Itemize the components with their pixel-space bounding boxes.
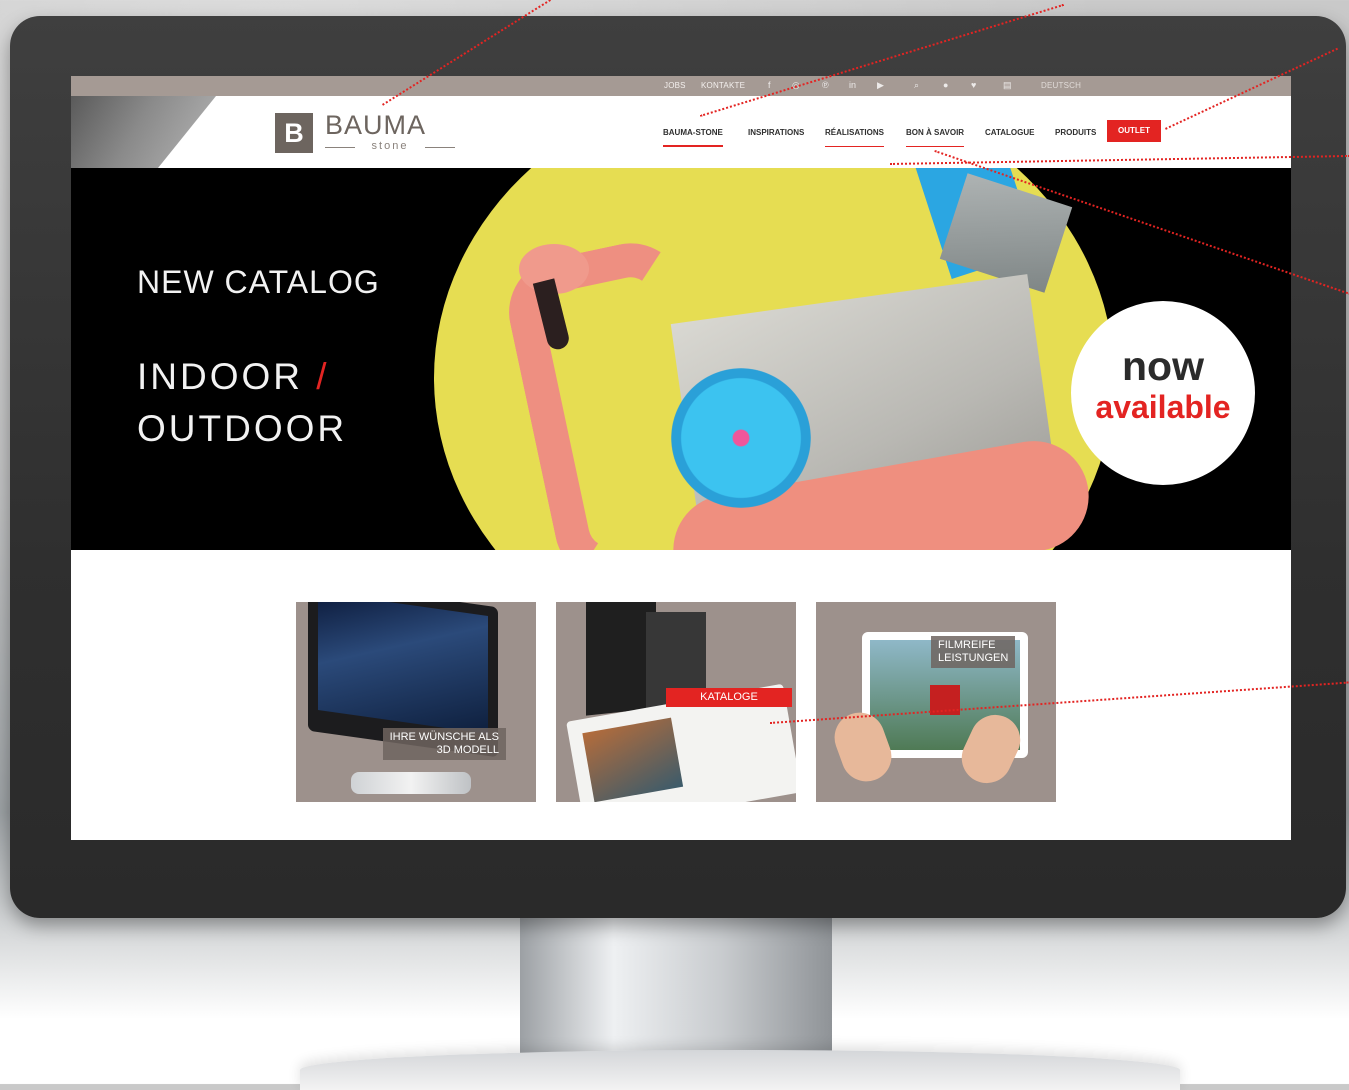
hero-title: NEW CATALOG	[137, 264, 380, 300]
top-bar: JOBS KONTAKTE f ◎ ℗ in ▶ ⌕ ● ♥ ▤ DEUTSCH	[71, 76, 1291, 96]
nav-inspirations[interactable]: INSPIRATIONS	[748, 128, 804, 137]
tile-kataloge[interactable]: KATALOGE	[556, 602, 796, 802]
logo-subtitle: stone	[325, 140, 455, 152]
hero-line-indoor: INDOOR /	[137, 356, 330, 397]
tile-kataloge-label: KATALOGE	[666, 688, 792, 707]
monitor-stand	[520, 915, 832, 1065]
nav-catalogue[interactable]: CATALOGUE	[985, 128, 1034, 137]
pinterest-icon[interactable]: ℗	[822, 80, 829, 90]
now-available-badge: now available	[1071, 301, 1255, 485]
nav-produits[interactable]: PRODUITS	[1055, 128, 1096, 137]
header-stone-stripe	[71, 96, 216, 168]
tile-monitor-stand	[351, 772, 471, 794]
facebook-icon[interactable]: f	[768, 80, 771, 90]
nav-outlet-button[interactable]: OUTLET	[1107, 120, 1161, 142]
kontakte-link[interactable]: KONTAKTE	[701, 81, 745, 90]
hero-line-outdoor: OUTDOOR	[137, 408, 348, 449]
logo-text[interactable]: BAUMA	[325, 110, 426, 141]
logo-mark[interactable]: B	[275, 113, 313, 153]
nav-realisations[interactable]: RÉALISATIONS	[825, 128, 884, 147]
nav-bon-a-savoir[interactable]: BON À SAVOIR	[906, 128, 965, 147]
site-header: B BAUMA stone BAUMA-STONE INSPIRATIONS R…	[71, 96, 1291, 168]
user-icon[interactable]: ●	[943, 80, 948, 90]
heart-icon[interactable]: ♥	[971, 80, 976, 90]
website-screen: JOBS KONTAKTE f ◎ ℗ in ▶ ⌕ ● ♥ ▤ DEUTSCH…	[71, 76, 1291, 840]
tile-3d-model[interactable]: IHRE WÜNSCHE ALS 3D MODELL	[296, 602, 536, 802]
tile-filmreife-label: FILMREIFE LEISTUNGEN	[931, 636, 1016, 668]
document-icon[interactable]: ▤	[1003, 80, 1012, 91]
monitor-base	[300, 1050, 1180, 1090]
badge-available: available	[1095, 389, 1231, 425]
tile-3d-model-label: IHRE WÜNSCHE ALS 3D MODELL	[382, 728, 506, 760]
jobs-link[interactable]: JOBS	[664, 81, 686, 90]
youtube-icon[interactable]: ▶	[877, 80, 884, 91]
language-switch[interactable]: DEUTSCH	[1041, 81, 1081, 90]
badge-now: now	[1122, 343, 1204, 389]
nav-bauma-stone[interactable]: BAUMA-STONE	[663, 128, 723, 147]
hibiscus-flower	[671, 368, 811, 508]
tile-filmreife[interactable]: FILMREIFE LEISTUNGEN	[816, 602, 1056, 802]
linkedin-icon[interactable]: in	[849, 80, 856, 90]
search-icon[interactable]: ⌕	[914, 80, 919, 91]
hero-banner[interactable]: NEW CATALOG INDOOR / OUTDOOR now availab…	[71, 168, 1291, 550]
